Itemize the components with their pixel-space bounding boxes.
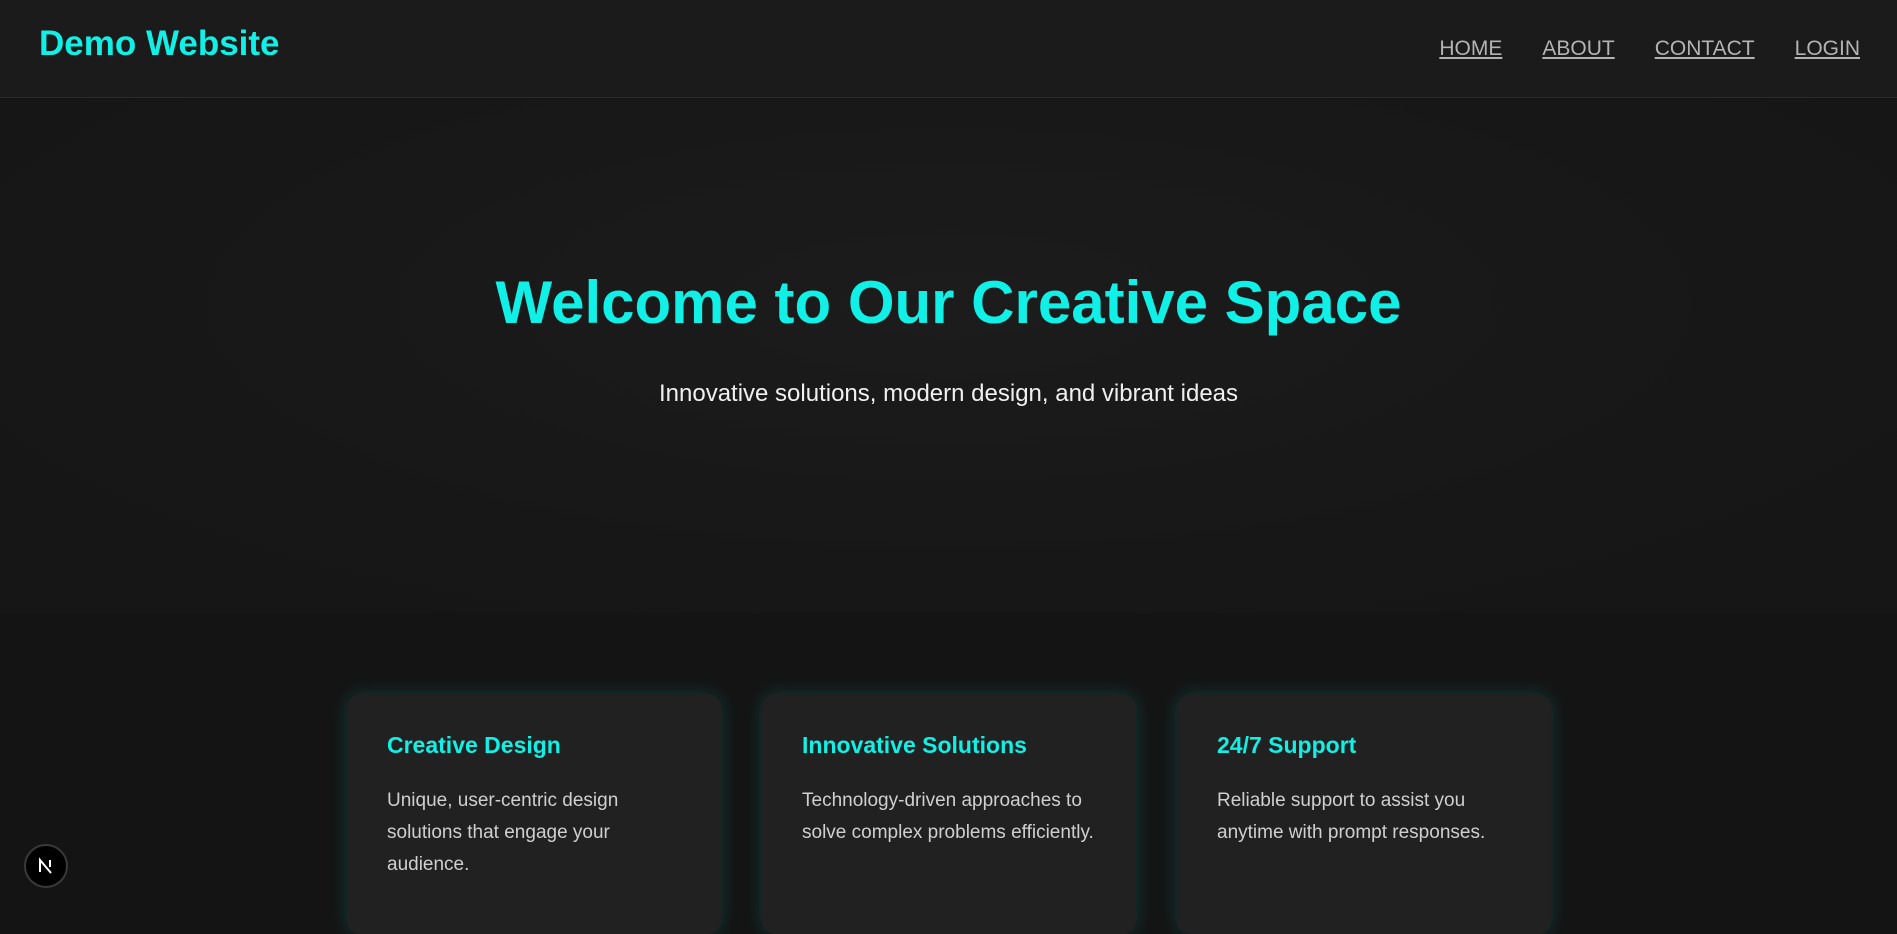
- feature-card-title: Innovative Solutions: [802, 732, 1027, 758]
- hero-section: Welcome to Our Creative Space Innovative…: [0, 99, 1897, 613]
- feature-card-support: 24/7 Support Reliable support to assist …: [1177, 694, 1551, 934]
- nav-link-about[interactable]: ABOUT: [1542, 38, 1614, 59]
- site-header: Demo Website HOME ABOUT CONTACT LOGIN: [0, 0, 1897, 98]
- nav-link-contact[interactable]: CONTACT: [1655, 38, 1755, 59]
- features-section: Creative Design Unique, user-centric des…: [0, 613, 1897, 934]
- main-nav: HOME ABOUT CONTACT LOGIN: [1439, 38, 1860, 59]
- feature-card-description: Reliable support to assist you anytime w…: [1217, 790, 1486, 843]
- nextjs-dev-indicator-button[interactable]: [24, 844, 68, 888]
- feature-card-innovative-solutions: Innovative Solutions Technology-driven a…: [762, 694, 1136, 934]
- feature-card-description: Technology-driven approaches to solve co…: [802, 790, 1094, 843]
- nav-link-home[interactable]: HOME: [1439, 38, 1502, 59]
- hero-title: Welcome to Our Creative Space: [495, 269, 1402, 336]
- nav-link-login[interactable]: LOGIN: [1795, 38, 1860, 59]
- feature-card-title: Creative Design: [387, 732, 561, 758]
- brand-logo-link[interactable]: Demo Website: [39, 26, 280, 61]
- feature-card-creative-design: Creative Design Unique, user-centric des…: [347, 694, 721, 934]
- feature-card-title: 24/7 Support: [1217, 732, 1357, 758]
- nextjs-logo-icon: [39, 857, 52, 874]
- feature-card-description: Unique, user-centric design solutions th…: [387, 790, 619, 875]
- hero-subtitle: Innovative solutions, modern design, and…: [658, 380, 1239, 407]
